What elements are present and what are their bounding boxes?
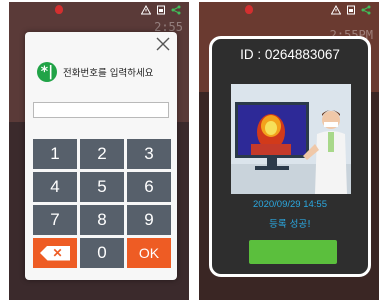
key-9[interactable]: 9 (127, 205, 171, 235)
network-icon (171, 5, 181, 15)
key-2[interactable]: 2 (80, 139, 124, 169)
right-phone-screen: 2:55PM ID : 0264883067 2020/09/29 14:55 … (199, 2, 379, 300)
phone-number-input[interactable] (33, 102, 169, 118)
numeric-keypad: 1 2 3 4 5 6 7 8 9 ✕ 0 OK (33, 139, 171, 268)
recording-indicator-icon (55, 5, 63, 14)
confirm-button[interactable] (249, 240, 337, 264)
delete-key[interactable]: ✕ (33, 238, 77, 268)
id-label: ID : 0264883067 (240, 47, 340, 62)
key-1[interactable]: 1 (33, 139, 77, 169)
status-message: 등록 성공! (269, 219, 311, 230)
timestamp-label: 2020/09/29 14:55 (253, 199, 327, 210)
sim-icon (346, 5, 356, 15)
backspace-icon: ✕ (40, 245, 70, 261)
thermal-camera-illustration (231, 84, 351, 194)
status-bar (9, 2, 189, 18)
key-0[interactable]: 0 (80, 238, 124, 268)
left-phone-screen: 2:55 *| 전화번호를 입력하세요 1 2 3 4 5 6 7 8 9 ✕ … (9, 2, 189, 300)
warning-icon (141, 5, 151, 15)
status-bar (199, 2, 379, 18)
close-icon[interactable] (155, 36, 171, 52)
sim-icon (156, 5, 166, 15)
prompt-row: *| 전화번호를 입력하세요 (37, 62, 153, 82)
key-6[interactable]: 6 (127, 172, 171, 202)
warning-icon (331, 5, 341, 15)
ok-button[interactable]: OK (127, 238, 171, 268)
key-8[interactable]: 8 (80, 205, 124, 235)
registration-result-card: ID : 0264883067 2020/09/29 14:55 등록 성공! (209, 36, 371, 277)
key-4[interactable]: 4 (33, 172, 77, 202)
network-icon (361, 5, 371, 15)
key-3[interactable]: 3 (127, 139, 171, 169)
key-7[interactable]: 7 (33, 205, 77, 235)
key-5[interactable]: 5 (80, 172, 124, 202)
prompt-label: 전화번호를 입력하세요 (63, 68, 154, 79)
phone-number-dialog: *| 전화번호를 입력하세요 1 2 3 4 5 6 7 8 9 ✕ 0 OK (25, 32, 177, 280)
call-badge-icon: *| (37, 62, 57, 82)
recording-indicator-icon (245, 5, 253, 14)
